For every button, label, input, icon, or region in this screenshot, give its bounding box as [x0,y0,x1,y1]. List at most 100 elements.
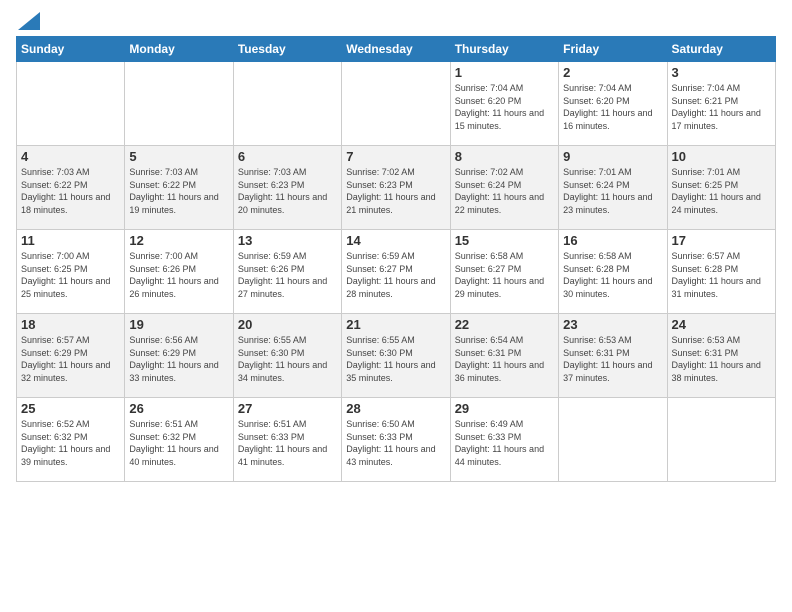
calendar-cell: 15 Sunrise: 6:58 AM Sunset: 6:27 PM Dayli… [450,230,558,314]
day-info: Sunrise: 6:51 AM Sunset: 6:33 PM Dayligh… [238,418,337,468]
weekday-header-sunday: Sunday [17,37,125,62]
weekday-header-saturday: Saturday [667,37,775,62]
day-info: Sunrise: 6:56 AM Sunset: 6:29 PM Dayligh… [129,334,228,384]
day-info: Sunrise: 6:55 AM Sunset: 6:30 PM Dayligh… [238,334,337,384]
day-info: Sunrise: 6:58 AM Sunset: 6:28 PM Dayligh… [563,250,662,300]
week-row-3: 18 Sunrise: 6:57 AM Sunset: 6:29 PM Dayli… [17,314,776,398]
day-info: Sunrise: 6:49 AM Sunset: 6:33 PM Dayligh… [455,418,554,468]
day-number: 11 [21,233,120,248]
calendar-cell: 20 Sunrise: 6:55 AM Sunset: 6:30 PM Dayli… [233,314,341,398]
weekday-header-friday: Friday [559,37,667,62]
day-number: 3 [672,65,771,80]
day-info: Sunrise: 6:51 AM Sunset: 6:32 PM Dayligh… [129,418,228,468]
calendar-cell: 21 Sunrise: 6:55 AM Sunset: 6:30 PM Dayli… [342,314,450,398]
calendar-cell [233,62,341,146]
day-number: 9 [563,149,662,164]
week-row-4: 25 Sunrise: 6:52 AM Sunset: 6:32 PM Dayli… [17,398,776,482]
calendar-cell: 5 Sunrise: 7:03 AM Sunset: 6:22 PM Daylig… [125,146,233,230]
calendar-cell: 13 Sunrise: 6:59 AM Sunset: 6:26 PM Dayli… [233,230,341,314]
calendar-cell: 6 Sunrise: 7:03 AM Sunset: 6:23 PM Daylig… [233,146,341,230]
calendar-cell: 28Sunrise: 6:50 AM Sunset: 6:33 PM Dayli… [342,398,450,482]
day-info: Sunrise: 7:02 AM Sunset: 6:23 PM Dayligh… [346,166,445,216]
day-number: 18 [21,317,120,332]
calendar-table: SundayMondayTuesdayWednesdayThursdayFrid… [16,36,776,482]
day-number: 7 [346,149,445,164]
day-number: 13 [238,233,337,248]
calendar-cell: 29Sunrise: 6:49 AM Sunset: 6:33 PM Dayli… [450,398,558,482]
calendar-cell: 19 Sunrise: 6:56 AM Sunset: 6:29 PM Dayli… [125,314,233,398]
day-info: Sunrise: 7:01 AM Sunset: 6:24 PM Dayligh… [563,166,662,216]
day-info: Sunrise: 6:57 AM Sunset: 6:28 PM Dayligh… [672,250,771,300]
day-number: 27 [238,401,337,416]
day-number: 16 [563,233,662,248]
day-info: Sunrise: 6:58 AM Sunset: 6:27 PM Dayligh… [455,250,554,300]
calendar-cell: 17 Sunrise: 6:57 AM Sunset: 6:28 PM Dayli… [667,230,775,314]
day-number: 19 [129,317,228,332]
day-number: 10 [672,149,771,164]
day-info: Sunrise: 7:04 AM Sunset: 6:20 PM Dayligh… [455,82,554,132]
day-info: Sunrise: 6:57 AM Sunset: 6:29 PM Dayligh… [21,334,120,384]
calendar-cell: 23 Sunrise: 6:53 AM Sunset: 6:31 PM Dayli… [559,314,667,398]
day-info: Sunrise: 6:59 AM Sunset: 6:26 PM Dayligh… [238,250,337,300]
day-number: 21 [346,317,445,332]
week-row-0: 1 Sunrise: 7:04 AM Sunset: 6:20 PM Daylig… [17,62,776,146]
day-number: 15 [455,233,554,248]
weekday-header-thursday: Thursday [450,37,558,62]
day-number: 2 [563,65,662,80]
calendar-cell: 7 Sunrise: 7:02 AM Sunset: 6:23 PM Daylig… [342,146,450,230]
day-info: Sunrise: 6:59 AM Sunset: 6:27 PM Dayligh… [346,250,445,300]
day-number: 17 [672,233,771,248]
day-info: Sunrise: 7:00 AM Sunset: 6:25 PM Dayligh… [21,250,120,300]
calendar-cell: 11 Sunrise: 7:00 AM Sunset: 6:25 PM Dayli… [17,230,125,314]
day-number: 6 [238,149,337,164]
calendar-cell: 8 Sunrise: 7:02 AM Sunset: 6:24 PM Daylig… [450,146,558,230]
calendar-cell: 9 Sunrise: 7:01 AM Sunset: 6:24 PM Daylig… [559,146,667,230]
day-info: Sunrise: 6:55 AM Sunset: 6:30 PM Dayligh… [346,334,445,384]
calendar-cell: 24 Sunrise: 6:53 AM Sunset: 6:31 PM Dayli… [667,314,775,398]
logo-icon [18,12,40,30]
day-info: Sunrise: 7:03 AM Sunset: 6:22 PM Dayligh… [21,166,120,216]
day-number: 23 [563,317,662,332]
calendar-cell: 14 Sunrise: 6:59 AM Sunset: 6:27 PM Dayli… [342,230,450,314]
calendar-cell [559,398,667,482]
day-info: Sunrise: 7:03 AM Sunset: 6:22 PM Dayligh… [129,166,228,216]
calendar-cell [342,62,450,146]
day-number: 22 [455,317,554,332]
calendar-cell: 18 Sunrise: 6:57 AM Sunset: 6:29 PM Dayli… [17,314,125,398]
day-number: 4 [21,149,120,164]
day-number: 20 [238,317,337,332]
calendar-cell: 27 Sunrise: 6:51 AM Sunset: 6:33 PM Dayli… [233,398,341,482]
calendar-cell: 4 Sunrise: 7:03 AM Sunset: 6:22 PM Daylig… [17,146,125,230]
day-number: 28 [346,401,445,416]
day-number: 26 [129,401,228,416]
calendar-cell: 3Sunrise: 7:04 AM Sunset: 6:21 PM Daylig… [667,62,775,146]
week-row-2: 11 Sunrise: 7:00 AM Sunset: 6:25 PM Dayli… [17,230,776,314]
day-number: 14 [346,233,445,248]
calendar-cell: 25 Sunrise: 6:52 AM Sunset: 6:32 PM Dayli… [17,398,125,482]
day-info: Sunrise: 7:02 AM Sunset: 6:24 PM Dayligh… [455,166,554,216]
day-info: Sunrise: 7:01 AM Sunset: 6:25 PM Dayligh… [672,166,771,216]
calendar-cell: 2 Sunrise: 7:04 AM Sunset: 6:20 PM Daylig… [559,62,667,146]
day-info: Sunrise: 6:53 AM Sunset: 6:31 PM Dayligh… [672,334,771,384]
day-info: Sunrise: 7:04 AM Sunset: 6:20 PM Dayligh… [563,82,662,132]
day-info: Sunrise: 6:52 AM Sunset: 6:32 PM Dayligh… [21,418,120,468]
calendar-cell [125,62,233,146]
day-number: 1 [455,65,554,80]
calendar-cell [667,398,775,482]
day-number: 5 [129,149,228,164]
day-number: 25 [21,401,120,416]
calendar-cell: 16 Sunrise: 6:58 AM Sunset: 6:28 PM Dayli… [559,230,667,314]
calendar-cell: 1 Sunrise: 7:04 AM Sunset: 6:20 PM Daylig… [450,62,558,146]
calendar-cell [17,62,125,146]
header [16,10,776,30]
day-number: 24 [672,317,771,332]
day-number: 12 [129,233,228,248]
day-info: Sunrise: 7:03 AM Sunset: 6:23 PM Dayligh… [238,166,337,216]
calendar-cell: 26 Sunrise: 6:51 AM Sunset: 6:32 PM Dayli… [125,398,233,482]
calendar-cell: 10 Sunrise: 7:01 AM Sunset: 6:25 PM Dayli… [667,146,775,230]
day-number: 8 [455,149,554,164]
day-info: Sunrise: 6:53 AM Sunset: 6:31 PM Dayligh… [563,334,662,384]
weekday-header-monday: Monday [125,37,233,62]
weekday-header-wednesday: Wednesday [342,37,450,62]
week-row-1: 4 Sunrise: 7:03 AM Sunset: 6:22 PM Daylig… [17,146,776,230]
